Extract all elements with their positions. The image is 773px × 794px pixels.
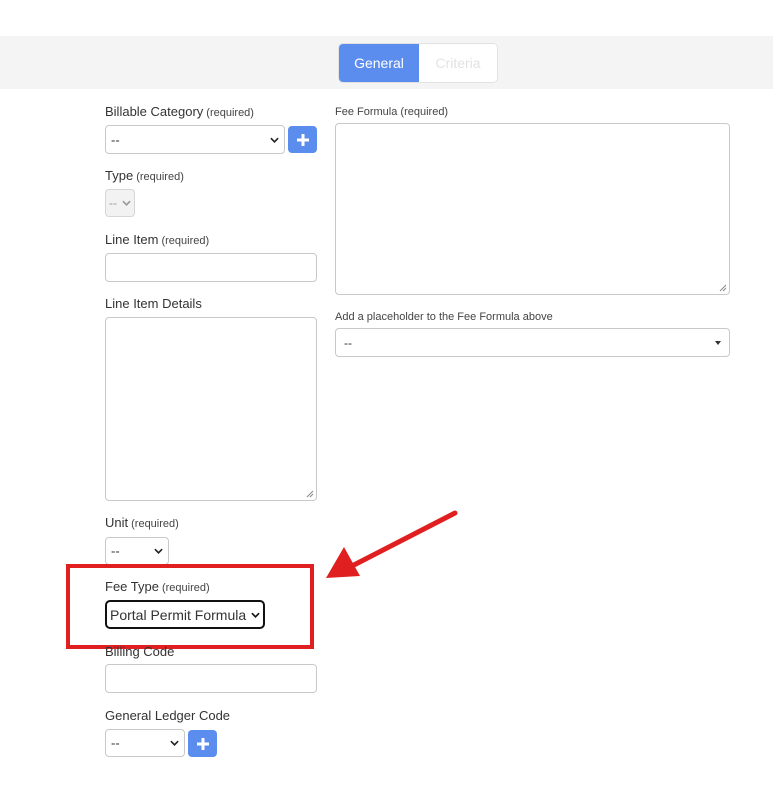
general-ledger-code-label: General Ledger Code: [105, 708, 230, 723]
type-select[interactable]: --: [105, 189, 135, 217]
required-tag: (required): [206, 107, 254, 119]
chevron-down-icon: [122, 200, 131, 206]
line-item-details-textarea[interactable]: [105, 317, 317, 501]
caret-down-icon: [715, 340, 721, 345]
unit-label-text: Unit: [105, 515, 129, 530]
required-tag: (required): [131, 518, 179, 530]
add-billable-category-button[interactable]: [288, 126, 317, 153]
type-value: --: [109, 196, 117, 210]
line-item-label-text: Line Item: [105, 232, 159, 247]
fee-type-label-text: Fee Type: [105, 579, 159, 594]
fee-type-value: Portal Permit Formula: [110, 606, 247, 623]
placeholder-select[interactable]: --: [335, 328, 730, 357]
type-label-text: Type: [105, 168, 134, 183]
unit-label: Unit (required): [105, 515, 179, 530]
fee-formula-label: Fee Formula (required): [335, 106, 449, 118]
fee-type-label: Fee Type (required): [105, 579, 210, 594]
tab-group: General Criteria: [338, 43, 498, 83]
tab-general[interactable]: General: [339, 44, 419, 82]
placeholder-label: Add a placeholder to the Fee Formula abo…: [335, 311, 553, 323]
billable-category-label: Billable Category (required): [105, 104, 254, 119]
line-item-input[interactable]: [105, 253, 317, 282]
arrow-icon: [326, 510, 458, 578]
resize-handle-icon[interactable]: [719, 284, 727, 292]
chevron-down-icon: [154, 548, 163, 554]
fee-type-select[interactable]: Portal Permit Formula: [105, 600, 265, 629]
required-tag: (required): [161, 235, 210, 247]
billable-category-label-text: Billable Category: [105, 104, 204, 119]
general-ledger-code-value: --: [111, 735, 120, 751]
type-label: Type (required): [105, 168, 184, 183]
line-item-details-label-text: Line Item Details: [105, 296, 202, 311]
plus-icon: [296, 133, 309, 146]
chevron-down-icon: [170, 740, 179, 746]
billable-category-value: --: [111, 132, 120, 147]
required-tag: (required): [161, 582, 210, 594]
chevron-down-icon: [251, 612, 260, 618]
line-item-details-label: Line Item Details: [105, 296, 202, 311]
billable-category-select[interactable]: --: [105, 125, 285, 154]
chevron-down-icon: [270, 137, 279, 143]
add-general-ledger-code-button[interactable]: [188, 730, 217, 757]
unit-value: --: [111, 543, 120, 559]
line-item-label: Line Item (required): [105, 232, 209, 247]
tab-criteria[interactable]: Criteria: [419, 44, 497, 82]
unit-select[interactable]: --: [105, 537, 169, 565]
general-ledger-code-label-text: General Ledger Code: [105, 708, 231, 723]
plus-icon: [196, 737, 209, 750]
placeholder-value: --: [344, 335, 352, 350]
billing-code-label: Billing Code: [105, 644, 174, 659]
resize-handle-icon[interactable]: [306, 490, 314, 498]
required-tag: (required): [136, 171, 184, 183]
billing-code-input[interactable]: [105, 664, 317, 693]
billing-code-label-text: Billing Code: [105, 644, 175, 659]
fee-formula-textarea[interactable]: [335, 123, 730, 295]
general-ledger-code-select[interactable]: --: [105, 729, 185, 757]
